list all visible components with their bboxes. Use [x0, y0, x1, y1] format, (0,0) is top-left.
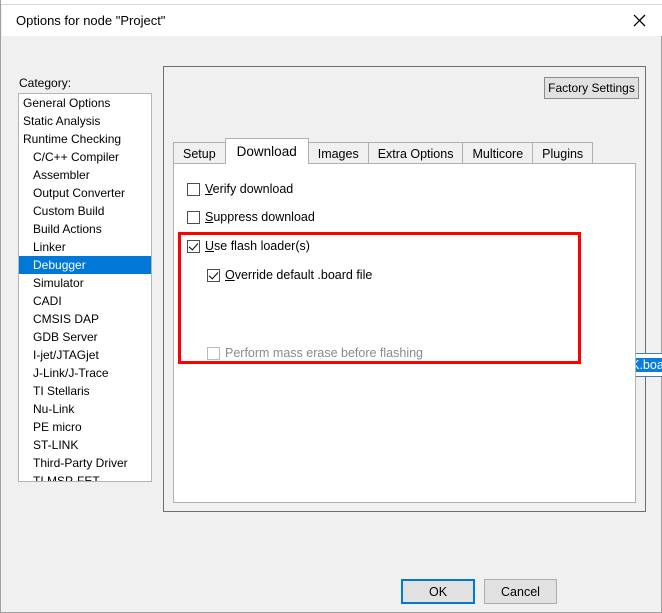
- category-listbox[interactable]: General OptionsStatic AnalysisRuntime Ch…: [18, 93, 152, 482]
- category-item[interactable]: GDB Server: [19, 328, 151, 346]
- override-board-text: verride default .board file: [235, 268, 373, 282]
- use-flash-loaders-checkbox[interactable]: [187, 240, 200, 253]
- category-item[interactable]: Runtime Checking: [19, 130, 151, 148]
- tab-plugins[interactable]: Plugins: [532, 142, 593, 164]
- tab-strip: SetupDownloadImagesExtra OptionsMulticor…: [173, 139, 592, 164]
- download-tab-panel: Verify download Suppress download Use fl…: [173, 163, 636, 503]
- category-item[interactable]: Third-Party Driver: [19, 454, 151, 472]
- tab-setup[interactable]: Setup: [173, 142, 226, 164]
- category-item[interactable]: Nu-Link: [19, 400, 151, 418]
- factory-settings-button[interactable]: Factory Settings: [544, 77, 639, 99]
- category-item[interactable]: PE micro: [19, 418, 151, 436]
- mass-erase-checkbox: [207, 347, 220, 360]
- category-item[interactable]: Custom Build: [19, 202, 151, 220]
- verify-download-text: erify download: [213, 182, 294, 196]
- verify-download-label: Verify download: [205, 182, 293, 196]
- verify-download-checkbox[interactable]: [187, 183, 200, 196]
- override-board-label: Override default .board file: [225, 268, 372, 282]
- override-board-accesskey: O: [225, 268, 235, 282]
- override-board-checkbox-row[interactable]: Override default .board file: [207, 268, 372, 282]
- options-panel: Factory Settings SetupDownloadImagesExtr…: [163, 66, 646, 512]
- close-icon[interactable]: [616, 5, 662, 36]
- suppress-download-label: Suppress download: [205, 210, 315, 224]
- category-item[interactable]: CMSIS DAP: [19, 310, 151, 328]
- dialog-titlebar: Options for node "Project": [2, 5, 662, 36]
- dialog-title: Options for node "Project": [16, 13, 165, 28]
- tab-extra-options[interactable]: Extra Options: [368, 142, 464, 164]
- category-label: Category:: [19, 76, 71, 90]
- tab-download[interactable]: Download: [225, 138, 309, 164]
- category-item[interactable]: I-jet/JTAGjet: [19, 346, 151, 364]
- category-item[interactable]: C/C++ Compiler: [19, 148, 151, 166]
- category-item[interactable]: Output Converter: [19, 184, 151, 202]
- options-dialog: Options for node "Project" Category: Gen…: [0, 0, 662, 613]
- mass-erase-label: Perform mass erase before flashing: [225, 346, 423, 360]
- use-flash-loaders-text: se flash loader(s): [214, 239, 310, 253]
- category-item[interactable]: Static Analysis: [19, 112, 151, 130]
- override-board-checkbox[interactable]: [207, 269, 220, 282]
- tab-multicore[interactable]: Multicore: [462, 142, 533, 164]
- category-item[interactable]: ST-LINK: [19, 436, 151, 454]
- category-item[interactable]: Build Actions: [19, 220, 151, 238]
- verify-download-accesskey: V: [205, 182, 213, 196]
- use-flash-loaders-label: Use flash loader(s): [205, 239, 310, 253]
- mass-erase-checkbox-row: Perform mass erase before flashing: [207, 346, 423, 360]
- category-item[interactable]: Debugger: [19, 256, 151, 274]
- suppress-download-checkbox-row[interactable]: Suppress download: [187, 210, 315, 224]
- tab-images[interactable]: Images: [308, 142, 369, 164]
- category-item[interactable]: TI Stellaris: [19, 382, 151, 400]
- category-item[interactable]: J-Link/J-Trace: [19, 364, 151, 382]
- mass-erase-text: erform mass erase before flashing: [233, 346, 423, 360]
- category-item[interactable]: CADI: [19, 292, 151, 310]
- verify-download-checkbox-row[interactable]: Verify download: [187, 182, 293, 196]
- suppress-download-text: uppress download: [213, 210, 314, 224]
- use-flash-loaders-accesskey: U: [205, 239, 214, 253]
- cancel-button[interactable]: Cancel: [484, 579, 557, 604]
- ok-button[interactable]: OK: [401, 579, 475, 604]
- category-item[interactable]: Simulator: [19, 274, 151, 292]
- use-flash-loaders-checkbox-row[interactable]: Use flash loader(s): [187, 239, 310, 253]
- category-item[interactable]: General Options: [19, 94, 151, 112]
- category-item[interactable]: Linker: [19, 238, 151, 256]
- category-item[interactable]: Assembler: [19, 166, 151, 184]
- suppress-download-checkbox[interactable]: [187, 211, 200, 224]
- category-item[interactable]: TI MSP-FET: [19, 472, 151, 482]
